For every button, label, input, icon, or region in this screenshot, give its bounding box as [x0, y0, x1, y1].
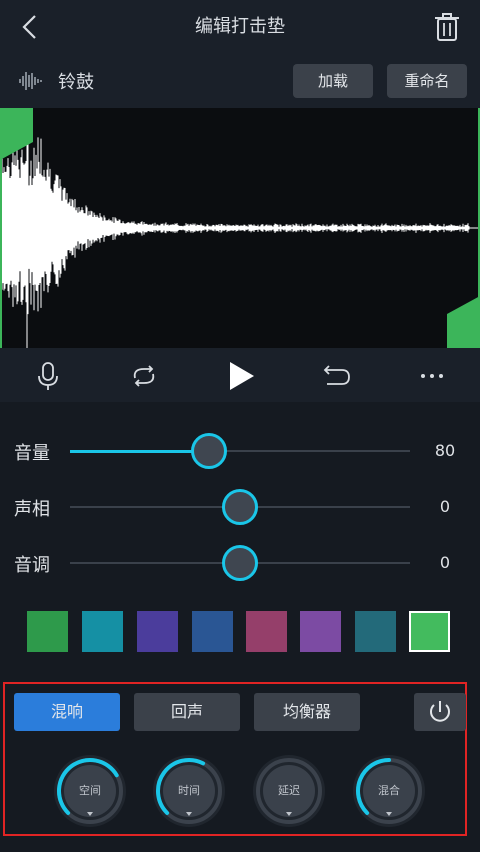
- pan-label: 声相: [14, 499, 50, 520]
- color-swatch-green[interactable]: [27, 611, 68, 652]
- volume-value: 80: [434, 441, 456, 460]
- knob-mix-label: 混合: [378, 784, 400, 797]
- waveform-display[interactable]: [0, 108, 480, 348]
- color-swatch-selected[interactable]: [409, 611, 450, 652]
- tab-equalizer[interactable]: 均衡器: [254, 693, 360, 731]
- volume-fill: [70, 450, 210, 453]
- trash-icon[interactable]: [430, 10, 464, 44]
- color-swatch-indigo[interactable]: [137, 611, 178, 652]
- loop-icon[interactable]: [124, 356, 164, 396]
- rename-button[interactable]: 重命名: [387, 64, 467, 98]
- color-swatch-blue[interactable]: [192, 611, 233, 652]
- volume-label: 音量: [14, 443, 50, 464]
- pitch-thumb[interactable]: [222, 545, 258, 581]
- pitch-label: 音调: [14, 555, 50, 576]
- color-swatch-purple[interactable]: [300, 611, 341, 652]
- knob-time-label: 时间: [178, 784, 200, 797]
- load-button[interactable]: 加载: [293, 64, 373, 98]
- tab-echo[interactable]: 回声: [134, 693, 240, 731]
- microphone-icon[interactable]: [28, 356, 68, 396]
- pitch-value: 0: [439, 553, 451, 572]
- knob-space-label: 空间: [79, 784, 101, 797]
- volume-thumb[interactable]: [191, 433, 228, 469]
- undo-icon[interactable]: [316, 356, 356, 396]
- tab-reverb[interactable]: 混响: [14, 693, 120, 731]
- color-swatch-teal[interactable]: [82, 611, 123, 652]
- page-title: 编辑打击垫: [195, 16, 285, 37]
- pan-thumb[interactable]: [222, 489, 258, 525]
- play-icon[interactable]: [220, 356, 260, 396]
- more-icon[interactable]: [412, 356, 452, 396]
- waveform-icon: [19, 72, 42, 90]
- pan-value: 0: [439, 497, 451, 516]
- sample-name: 铃鼓: [58, 72, 94, 93]
- color-swatch-dark-teal[interactable]: [355, 611, 396, 652]
- color-swatch-rose[interactable]: [246, 611, 287, 652]
- knob-delay-label: 延迟: [278, 784, 300, 797]
- power-icon[interactable]: [414, 693, 466, 731]
